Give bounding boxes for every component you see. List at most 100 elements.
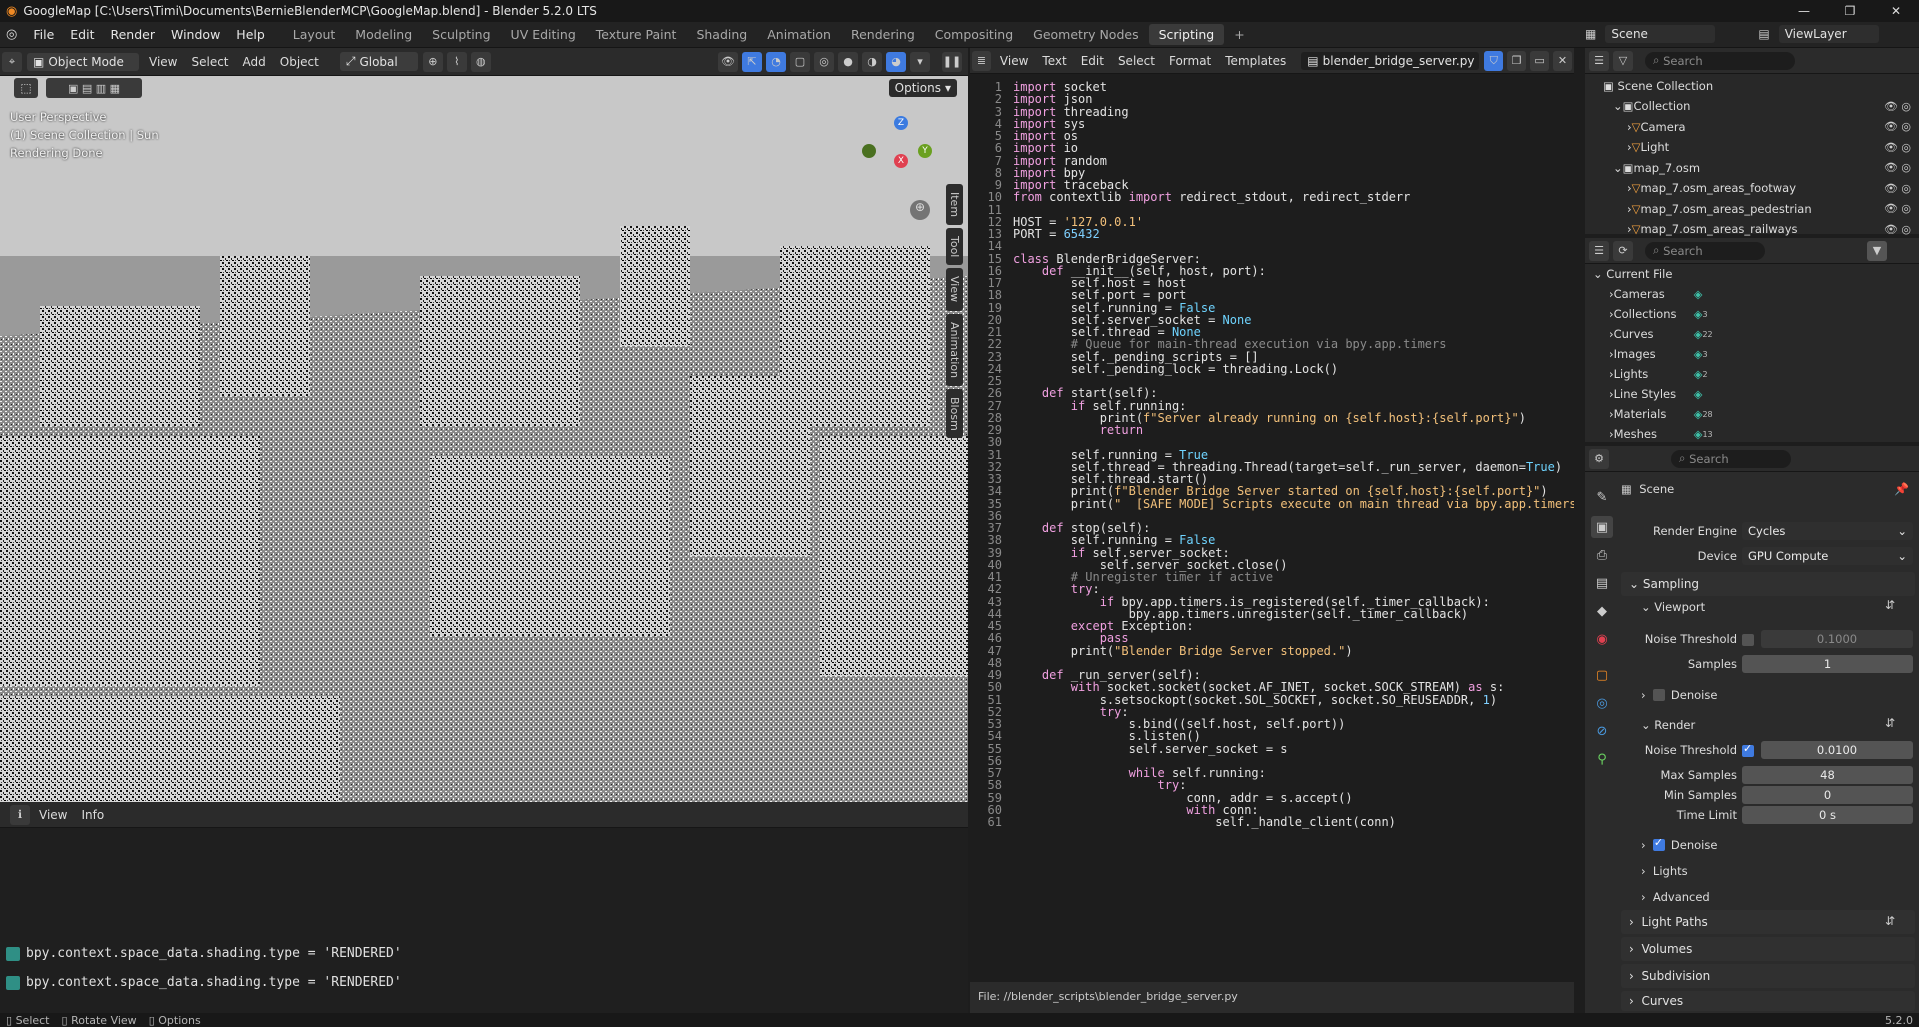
vp-noise-threshold-field[interactable]: 0.1000 [1761, 630, 1913, 648]
code-line[interactable]: return [1013, 423, 1143, 437]
pause-render-icon[interactable]: ❚❚ [942, 51, 962, 72]
viewport-menu-select[interactable]: Select [184, 52, 235, 72]
zoom-icon[interactable]: ⊕ [910, 200, 930, 220]
minimize-button[interactable]: — [1781, 0, 1827, 22]
outliner-item[interactable]: › ▽ map_7.osm_areas_pedestrian 👁 ◎ [1585, 199, 1919, 219]
visibility-icon[interactable]: 👁 ◎ [1884, 223, 1911, 236]
tab-layout[interactable]: Layout [283, 24, 346, 45]
max-samples-field[interactable]: 48 [1742, 766, 1913, 784]
r-denoise-checkbox[interactable] [1652, 836, 1665, 851]
r-noise-threshold-checkbox[interactable] [1742, 742, 1754, 757]
code-line[interactable]: self._handle_client(conn) [1013, 815, 1396, 829]
proportional-edit-icon[interactable]: ◍ [470, 51, 491, 72]
xray-icon[interactable]: ▢ [790, 51, 810, 72]
device-dropdown[interactable]: GPU Compute ⌄ [1742, 547, 1913, 565]
tab-animation[interactable]: Animation [757, 24, 841, 45]
info-editor-icon[interactable]: ℹ [10, 804, 30, 825]
gizmo-neg-y-axis[interactable] [862, 144, 876, 158]
code-line[interactable]: print("Blender Bridge Server stopped.") [1013, 644, 1353, 658]
shading-solid-icon[interactable]: ● [838, 51, 858, 72]
code-line[interactable]: PORT = 65432 [1013, 227, 1100, 241]
overlay-toggle-icon[interactable]: ◔ [766, 51, 786, 72]
log-line[interactable]: bpy.context.space_data.shading.type = 'R… [6, 975, 402, 990]
filter-icon[interactable]: ▼ [1867, 240, 1887, 261]
min-samples-field[interactable]: 0 [1742, 786, 1913, 804]
text-menu-select[interactable]: Select [1111, 51, 1162, 71]
tab-item[interactable]: Item [946, 184, 963, 226]
info-menu-view[interactable]: View [32, 805, 74, 825]
gizmo-toggle-icon[interactable]: ⇱ [742, 51, 762, 72]
text-menu-edit[interactable]: Edit [1074, 51, 1111, 71]
blendfile-search-input[interactable]: ⌕ Search [1645, 241, 1765, 260]
blendfile-item[interactable]: › Curves ◈ 22 [1585, 324, 1919, 344]
blendfile-item[interactable]: › Cameras ◈ [1585, 284, 1919, 304]
visibility-icon[interactable]: 👁 ◎ [1884, 161, 1911, 174]
advanced-subpanel[interactable]: › Advanced [1641, 890, 1710, 904]
pin-icon[interactable]: 📌 [1894, 482, 1909, 496]
editor-type-icon[interactable]: ⌖ [2, 51, 22, 72]
scene-tab-icon[interactable]: ◆ [1591, 600, 1613, 622]
blendfile-item[interactable]: › Line Styles ◈ [1585, 384, 1919, 404]
r-denoise-row[interactable]: › Denoise [1641, 836, 1717, 852]
folder-icon[interactable]: ▭ [1530, 50, 1550, 71]
tab-scripting[interactable]: Scripting [1148, 24, 1225, 45]
orientation-dropdown[interactable]: ⤢ Global [339, 52, 418, 71]
info-menu-info[interactable]: Info [74, 805, 111, 825]
visibility-icon[interactable]: 👁 ◎ [1884, 202, 1911, 215]
outliner-item[interactable]: › ▽ map_7.osm_areas_footway 👁 ◎ [1585, 178, 1919, 198]
outliner-root[interactable]: ▣ Scene Collection [1585, 76, 1919, 96]
gizmo-x-axis[interactable]: X [894, 154, 908, 168]
blender-menu-icon[interactable]: ◎ [0, 27, 25, 42]
shading-material-icon[interactable]: ◑ [862, 51, 882, 72]
gizmo-z-axis[interactable]: Z [894, 116, 908, 130]
outliner-item[interactable]: ⌄ ▣ map_7.osm 👁 ◎ [1585, 158, 1919, 178]
volumes-panel[interactable]: › Volumes [1621, 937, 1915, 961]
outliner-search-input[interactable]: ⌕ Search [1645, 51, 1795, 70]
viewport-options-button[interactable]: Options ▾ [888, 79, 957, 97]
text-menu-format[interactable]: Format [1162, 51, 1218, 71]
tab-blosm[interactable]: Blosm [946, 388, 963, 439]
code-line[interactable]: from contextlib import redirect_stdout, … [1013, 190, 1410, 204]
r-noise-threshold-field[interactable]: 0.0100 [1761, 741, 1913, 759]
menu-file[interactable]: File [25, 27, 62, 42]
shading-wireframe-icon[interactable]: ◎ [814, 51, 834, 72]
visibility-icon[interactable]: 👁 [718, 51, 738, 72]
tab-modeling[interactable]: Modeling [345, 24, 422, 45]
lights-subpanel[interactable]: › Lights [1641, 864, 1688, 878]
tab-view[interactable]: View [946, 268, 963, 311]
properties-search-input[interactable]: ⌕ Search [1671, 449, 1791, 468]
outliner-item[interactable]: › ▽ map_7.osm_areas_railways 👁 ◎ [1585, 219, 1919, 239]
duplicate-icon[interactable]: ❐ [1507, 50, 1527, 71]
visibility-icon[interactable]: 👁 ◎ [1884, 120, 1911, 133]
vp-denoise-row[interactable]: › Denoise [1641, 688, 1717, 702]
light-paths-panel[interactable]: › Light Paths [1621, 910, 1915, 934]
pivot-icon[interactable]: ⊕ [422, 51, 443, 72]
outliner-editor-icon[interactable]: ☰ [1589, 50, 1609, 71]
time-limit-field[interactable]: 0 s [1742, 806, 1913, 824]
visibility-icon[interactable]: 👁 ◎ [1884, 141, 1911, 154]
vp-noise-threshold-checkbox[interactable] [1742, 634, 1754, 646]
render-tab-icon[interactable]: ▣ [1591, 516, 1613, 538]
world-tab-icon[interactable]: ◉ [1591, 628, 1613, 650]
render-presets-icon[interactable]: ⇵ [1885, 716, 1895, 730]
snap-icon[interactable]: ⌇ [446, 51, 467, 72]
viewport-menu-object[interactable]: Object [273, 52, 326, 72]
shading-options-icon[interactable]: ▾ [910, 51, 930, 72]
blendfile-mode-icon[interactable]: ⟳ [1613, 240, 1633, 261]
shield-icon[interactable]: ⛉ [1484, 50, 1504, 71]
tab-sculpting[interactable]: Sculpting [422, 24, 500, 45]
display-filter-icon[interactable]: ▽ [1613, 50, 1633, 71]
render-subpanel-header[interactable]: ⌄ Render [1641, 718, 1695, 732]
vp-samples-field[interactable]: 1 [1742, 655, 1913, 673]
viewport-subpanel-header[interactable]: ⌄ Viewport [1641, 600, 1705, 614]
tab-compositing[interactable]: Compositing [925, 24, 1023, 45]
menu-render[interactable]: Render [102, 27, 163, 42]
text-file-selector[interactable]: ▤ blender_bridge_server.py [1301, 51, 1480, 70]
light-paths-presets-icon[interactable]: ⇵ [1885, 914, 1895, 928]
select-tool-icon[interactable]: ⬚ [14, 78, 38, 98]
outliner-item[interactable]: ⌄ ▣ Collection 👁 ◎ [1585, 96, 1919, 116]
tab-shading[interactable]: Shading [686, 24, 757, 45]
code-line[interactable]: self.server_socket = s [1013, 742, 1288, 756]
vp-denoise-checkbox[interactable] [1652, 689, 1665, 701]
sampling-panel-header[interactable]: ⌄ Sampling [1621, 572, 1915, 596]
